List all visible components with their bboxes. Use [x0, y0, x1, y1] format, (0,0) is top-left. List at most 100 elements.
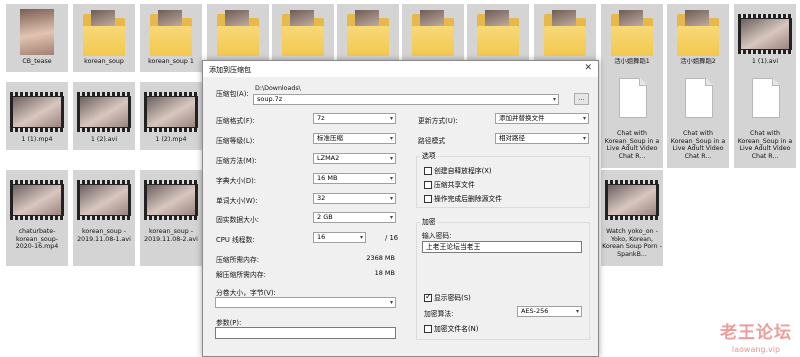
level-label: 压缩等级(L):: [216, 137, 255, 145]
sfx-label: 创建自释放程序(X): [434, 167, 492, 175]
document-icon: [619, 78, 647, 118]
folder-item[interactable]: korean_soup 1: [140, 4, 202, 72]
video-thumbnail: [77, 92, 131, 132]
image-thumbnail: [20, 9, 54, 55]
chevron-down-icon: ▾: [575, 308, 579, 315]
folder-icon: [282, 10, 324, 56]
options-title: 选项: [420, 150, 438, 160]
chevron-down-icon: ▾: [389, 175, 393, 182]
file-item-video[interactable]: korean_soup - 2019.11.08-1.avi: [73, 170, 135, 266]
delete-after-label: 操作完成后删除源文件: [434, 195, 502, 203]
method-select[interactable]: LZMA2 ▾: [313, 153, 396, 164]
file-name: Chat with Korean_Soup in a Live Adult Vi…: [670, 130, 726, 160]
checkbox-box-checked: [424, 292, 432, 302]
format-value: 7z: [317, 114, 325, 122]
checkbox-box: [424, 325, 432, 333]
folder-name: korean_soup: [84, 58, 124, 65]
solid-size-label: 固实数据大小:: [216, 216, 260, 224]
file-item-folder[interactable]: CB_tease: [6, 4, 68, 72]
split-size-combo[interactable]: ▾: [215, 297, 396, 308]
video-thumbnail: [605, 180, 659, 220]
threads-label: CPU 线程数:: [216, 236, 255, 244]
dialog-titlebar: 添加到压缩包 ✕: [203, 61, 598, 77]
file-name: CB_tease: [22, 58, 52, 65]
chevron-down-icon: ▾: [582, 115, 586, 122]
solid-size-select[interactable]: 2 GB ▾: [313, 212, 396, 223]
file-item-document[interactable]: Chat with Korean_Soup in a Live Adult Vi…: [734, 72, 796, 168]
sfx-checkbox[interactable]: 创建自释放程序(X): [424, 165, 492, 175]
method-label: 压缩方法(M):: [216, 157, 257, 165]
file-name: chaturbate-korean_soup-2020-16.mp4: [15, 228, 59, 251]
solid-size-value: 2 GB: [317, 213, 333, 221]
compress-memory-label: 压缩所需内存:: [216, 256, 260, 264]
file-item-video[interactable]: korean_soup - 2019.11.08-2.avi: [140, 170, 202, 266]
method-value: LZMA2: [317, 154, 340, 162]
file-name: Chat with Korean_Soup in a Live Adult Vi…: [604, 130, 660, 160]
level-select[interactable]: 标准压缩 ▾: [313, 133, 396, 144]
format-select[interactable]: 7z ▾: [313, 113, 396, 124]
decompress-memory-value: 18 MB: [374, 269, 395, 277]
dictionary-value: 16 MB: [317, 174, 338, 182]
file-item-video[interactable]: 1 (2).avi: [73, 82, 135, 150]
update-mode-select[interactable]: 添加并替换文件 ▾: [495, 113, 589, 124]
encryption-method-label: 加密算法:: [424, 310, 454, 318]
folder-item[interactable]: korean_soup: [73, 4, 135, 72]
file-item-video[interactable]: Watch yoko_on - Yoko, Korean, Korean Sou…: [601, 170, 663, 266]
split-label: 分卷大小，字节(V):: [216, 289, 276, 297]
folder-name: 活小姐舞蹈2: [680, 58, 716, 65]
path-mode-value: 相对路径: [499, 134, 525, 142]
folder-icon: [217, 10, 259, 56]
archive-name-combo[interactable]: soup.7z ▾: [253, 94, 559, 105]
decompress-memory-label: 解压缩所需内存:: [216, 271, 266, 279]
encrypt-names-checkbox[interactable]: 加密文件名(N): [424, 323, 478, 333]
close-icon[interactable]: ✕: [584, 63, 592, 73]
password-input[interactable]: 上老王论坛当老王: [422, 241, 582, 253]
format-label: 压缩格式(F):: [216, 117, 255, 125]
threads-value: 16: [317, 233, 326, 241]
watermark-text: 老王论坛: [720, 323, 792, 343]
shared-files-label: 压缩共享文件: [434, 181, 475, 189]
file-item-document[interactable]: Chat with Korean_Soup in a Live Adult Vi…: [601, 72, 663, 168]
checkbox-box: [424, 195, 432, 203]
checkbox-box: [424, 167, 432, 175]
file-item-video[interactable]: chaturbate-korean_soup-2020-16.mp4: [6, 170, 68, 266]
show-password-label: 显示密码(S): [434, 294, 471, 302]
word-size-select[interactable]: 32 ▾: [313, 193, 396, 204]
video-thumbnail: [77, 180, 131, 220]
file-item-video[interactable]: 1 (2).mp4: [140, 82, 202, 150]
file-item-document[interactable]: Chat with Korean_Soup in a Live Adult Vi…: [667, 72, 729, 168]
update-mode-label: 更新方式(U):: [418, 117, 458, 125]
video-thumbnail: [144, 180, 198, 220]
chevron-down-icon: ▾: [552, 96, 556, 103]
browse-button[interactable]: ...: [574, 93, 589, 105]
password-label: 输入密码:: [422, 232, 452, 240]
delete-after-checkbox[interactable]: 操作完成后删除源文件: [424, 193, 502, 203]
shared-files-checkbox[interactable]: 压缩共享文件: [424, 179, 475, 189]
update-mode-value: 添加并替换文件: [499, 114, 545, 122]
chevron-down-icon: ▾: [389, 135, 393, 142]
path-mode-select[interactable]: 相对路径 ▾: [495, 133, 589, 144]
params-input[interactable]: [215, 327, 396, 339]
chevron-down-icon: ▾: [389, 155, 393, 162]
show-password-checkbox[interactable]: 显示密码(S): [424, 292, 471, 302]
level-value: 标准压缩: [317, 134, 343, 142]
encryption-method-select[interactable]: AES-256 ▾: [517, 306, 582, 317]
folder-name: korean_soup 1: [148, 58, 194, 65]
dictionary-select[interactable]: 16 MB ▾: [313, 173, 396, 184]
folder-item[interactable]: 活小姐舞蹈2: [667, 4, 729, 72]
file-name: Chat with Korean_Soup in a Live Adult Vi…: [737, 130, 793, 160]
encrypt-names-label: 加密文件名(N): [434, 325, 479, 333]
file-item-video[interactable]: 1 (1).avi: [734, 4, 796, 72]
file-name: korean_soup - 2019.11.08-2.avi: [144, 228, 198, 243]
encryption-method-value: AES-256: [521, 307, 549, 315]
site-watermark: 老王论坛 laowang.vip: [720, 318, 792, 354]
watermark-url: laowang.vip: [731, 345, 781, 354]
word-size-value: 32: [317, 194, 326, 202]
chevron-down-icon: ▾: [582, 135, 586, 142]
folder-item[interactable]: 活小姐舞蹈1: [601, 4, 663, 72]
folder-icon: [544, 10, 586, 56]
file-name: Watch yoko_on - Yoko, Korean, Korean Sou…: [602, 228, 662, 258]
threads-select[interactable]: 16 ▾: [313, 232, 366, 243]
file-item-video[interactable]: 1 (1).mp4: [6, 82, 68, 150]
encryption-title: 加密: [420, 216, 438, 226]
